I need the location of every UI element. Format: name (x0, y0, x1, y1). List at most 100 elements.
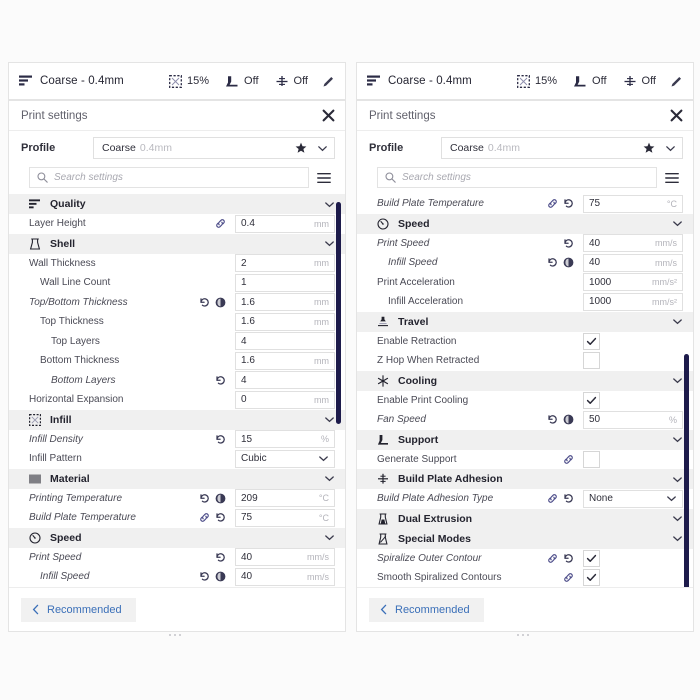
link-icon[interactable] (563, 572, 574, 583)
setting-row[interactable]: Spiralize Outer Contour (357, 549, 693, 569)
setting-value-field[interactable]: 4 (235, 371, 335, 390)
setting-row[interactable]: Smooth Spiralized Contours (357, 568, 693, 587)
setting-row[interactable]: Print Acceleration 1000 mm/s² (357, 273, 693, 293)
setting-value-field[interactable]: 209 °C (235, 489, 335, 508)
revert-icon[interactable] (215, 434, 226, 445)
chevron-down-icon[interactable] (672, 316, 683, 327)
settings-category[interactable]: Speed (9, 527, 345, 548)
chevron-down-icon[interactable] (324, 199, 335, 210)
setting-row[interactable]: Build Plate Adhesion Type None (357, 489, 693, 509)
settings-category[interactable]: Dual Extrusion (357, 508, 693, 529)
setting-row[interactable]: Infill Speed 40 mm/s (357, 253, 693, 273)
topbar-stat-adhesion[interactable]: Off (275, 75, 308, 88)
formula-icon[interactable] (563, 257, 574, 268)
chevron-down-icon[interactable] (324, 532, 335, 543)
chevron-down-icon[interactable] (672, 218, 683, 229)
setting-row[interactable]: Top/Bottom Thickness 1.6 mm (9, 293, 345, 313)
revert-icon[interactable] (215, 552, 226, 563)
resize-handle-left[interactable] (169, 634, 181, 636)
chevron-down-icon[interactable] (666, 493, 677, 504)
setting-row[interactable]: Top Thickness 1.6 mm (9, 312, 345, 332)
edit-profile-button[interactable] (322, 75, 335, 88)
chevron-down-icon[interactable] (324, 473, 335, 484)
setting-checkbox[interactable] (583, 352, 600, 370)
settings-category[interactable]: Special Modes (357, 528, 693, 549)
chevron-down-icon[interactable] (672, 513, 683, 524)
topbar-stat-support[interactable]: Off (573, 75, 607, 88)
revert-icon[interactable] (563, 493, 574, 504)
topbar-stat-infill[interactable]: 15% (517, 74, 557, 88)
revert-icon[interactable] (563, 238, 574, 249)
revert-icon[interactable] (199, 493, 210, 504)
close-icon[interactable] (670, 109, 683, 122)
settings-category[interactable]: Speed (357, 213, 693, 234)
setting-value-field[interactable]: 1000 mm/s² (583, 292, 683, 311)
close-icon[interactable] (322, 109, 335, 122)
setting-value-field[interactable]: 50% (583, 410, 683, 429)
profile-combobox[interactable]: Coarse 0.4mm (441, 137, 683, 159)
revert-icon[interactable] (215, 375, 226, 386)
setting-row[interactable]: Print Speed 40 mm/s (9, 548, 345, 568)
chevron-down-icon[interactable] (324, 414, 335, 425)
topbar-stat-adhesion[interactable]: Off (623, 75, 656, 88)
setting-value-field[interactable]: 0 mm (235, 390, 335, 409)
chevron-down-icon[interactable] (659, 143, 676, 154)
settings-category[interactable]: Shell (9, 233, 345, 254)
recommended-button[interactable]: Recommended (369, 597, 484, 622)
revert-icon[interactable] (199, 571, 210, 582)
formula-icon[interactable] (215, 297, 226, 308)
chevron-down-icon[interactable] (672, 375, 683, 386)
resize-handle-right[interactable] (517, 634, 529, 636)
scrollbar-thumb[interactable] (684, 354, 689, 587)
settings-category[interactable]: Travel (357, 311, 693, 332)
setting-row[interactable]: Horizontal Expansion 0 mm (9, 390, 345, 410)
setting-checkbox[interactable] (583, 391, 600, 409)
setting-row[interactable]: Print Speed 40 mm/s (357, 234, 693, 254)
revert-icon[interactable] (563, 553, 574, 564)
link-icon[interactable] (215, 218, 226, 229)
setting-value-field[interactable]: 4 (235, 332, 335, 351)
setting-value-field[interactable]: 1.6 mm (235, 293, 335, 312)
profile-topbar-left[interactable]: Coarse - 0.4mm 15% Off Off (8, 62, 346, 100)
setting-value-field[interactable]: 1.6 mm (235, 312, 335, 331)
setting-value-field[interactable]: 1 (235, 273, 335, 292)
chevron-down-icon[interactable] (324, 238, 335, 249)
setting-value-field[interactable]: 0.4 mm (235, 214, 335, 233)
setting-row[interactable]: Bottom Layers 4 (9, 371, 345, 391)
formula-icon[interactable] (215, 571, 226, 582)
setting-row[interactable]: Infill Density 15% (9, 430, 345, 450)
chevron-down-icon[interactable] (318, 453, 329, 464)
link-icon[interactable] (547, 493, 558, 504)
settings-list-left[interactable]: Quality Layer Height 0.4 mm Shell Wall Thickn… (9, 194, 345, 587)
settings-category[interactable]: Infill (9, 409, 345, 430)
setting-row[interactable]: Generate Support (357, 450, 693, 470)
setting-row[interactable]: Enable Retraction (357, 332, 693, 352)
setting-checkbox[interactable] (583, 450, 600, 468)
setting-row[interactable]: Printing Temperature 209 °C (9, 489, 345, 509)
setting-row[interactable]: Wall Thickness 2 mm (9, 254, 345, 274)
recommended-button[interactable]: Recommended (21, 597, 136, 622)
settings-category[interactable]: Material (9, 468, 345, 489)
link-icon[interactable] (547, 198, 558, 209)
topbar-stat-support[interactable]: Off (225, 75, 259, 88)
search-input[interactable]: Search settings (377, 167, 657, 188)
setting-value-field[interactable]: 15% (235, 430, 335, 449)
topbar-profile[interactable]: Coarse - 0.4mm (19, 75, 124, 87)
settings-category[interactable]: Quality (9, 194, 345, 214)
setting-row[interactable]: Build Plate Temperature 75 °C (9, 508, 345, 528)
setting-value-field[interactable]: 40 mm/s (583, 253, 683, 272)
link-icon[interactable] (199, 512, 210, 523)
chevron-down-icon[interactable] (672, 434, 683, 445)
settings-category[interactable]: Build Plate Adhesion (357, 469, 693, 489)
revert-icon[interactable] (563, 198, 574, 209)
formula-icon[interactable] (215, 493, 226, 504)
revert-icon[interactable] (199, 297, 210, 308)
setting-value-field[interactable]: 75 °C (583, 194, 683, 213)
setting-row[interactable]: Z Hop When Retracted (357, 351, 693, 371)
setting-value-field[interactable]: 75 °C (235, 508, 335, 527)
setting-value-field[interactable]: 40 mm/s (583, 234, 683, 253)
setting-checkbox[interactable] (583, 569, 600, 587)
hamburger-icon[interactable] (665, 172, 683, 184)
topbar-stat-infill[interactable]: 15% (169, 74, 209, 88)
formula-icon[interactable] (563, 414, 574, 425)
